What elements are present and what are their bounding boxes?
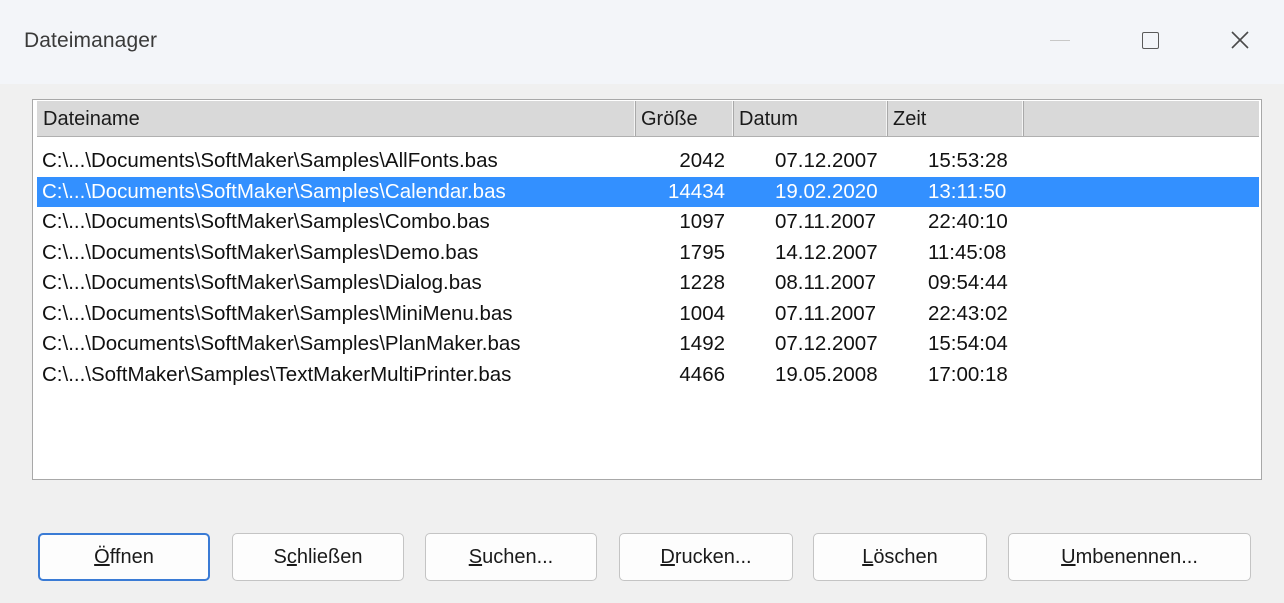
file-date: 08.11.2007	[775, 271, 877, 294]
file-name: C:\...\Documents\SoftMaker\Samples\Demo.…	[42, 240, 479, 264]
file-time: 09:54:44	[928, 271, 1008, 294]
close-window-button[interactable]	[1212, 16, 1268, 64]
maximize-icon	[1141, 31, 1159, 49]
maximize-button[interactable]	[1122, 16, 1178, 64]
file-size: 14434	[667, 179, 725, 203]
file-time: 22:43:02	[928, 301, 1008, 325]
window-title: Dateimanager	[24, 29, 158, 52]
file-size: 4466	[679, 362, 725, 386]
rename-button-mnemonic: U	[1061, 545, 1076, 568]
file-size: 1004	[679, 301, 725, 325]
close-button-label: hließen	[296, 545, 363, 568]
column-header-date[interactable]: Datum	[733, 101, 887, 136]
delete-button[interactable]: Löschen	[813, 533, 987, 581]
list-item[interactable]: C:\...\SoftMaker\Samples\TextMakerMultiP…	[37, 360, 1259, 391]
file-date: 07.11.2007	[775, 210, 877, 233]
file-time: 22:40:10	[928, 210, 1008, 233]
search-button[interactable]: Suchen...	[425, 533, 597, 581]
rename-button-label: mbenennen...	[1075, 545, 1198, 568]
column-header-size[interactable]: Größe	[635, 101, 733, 136]
search-button-mnemonic: S	[468, 545, 483, 568]
print-button[interactable]: Drucken...	[619, 533, 793, 581]
file-name: C:\...\Documents\SoftMaker\Samples\Combo…	[42, 210, 490, 233]
list-rows: C:\...\Documents\SoftMaker\Samples\AllFo…	[37, 146, 1259, 390]
open-button-mnemonic: Ö	[94, 545, 110, 568]
file-date: 07.11.2007	[775, 301, 877, 325]
delete-button-label: öschen	[873, 545, 938, 568]
file-name: C:\...\Documents\SoftMaker\Samples\PlanM…	[42, 332, 521, 355]
list-item[interactable]: C:\...\Documents\SoftMaker\Samples\MiniM…	[37, 299, 1259, 330]
file-name: C:\...\Documents\SoftMaker\Samples\Calen…	[42, 179, 506, 203]
print-button-label: rucken...	[674, 545, 752, 568]
file-size: 1097	[679, 210, 725, 233]
file-size: 1228	[679, 271, 725, 294]
rename-button[interactable]: Umbenennen...	[1008, 533, 1251, 581]
list-item[interactable]: C:\...\Documents\SoftMaker\Samples\Demo.…	[37, 238, 1259, 269]
file-time: 15:53:28	[928, 149, 1008, 172]
print-button-mnemonic: D	[660, 545, 675, 568]
file-name: C:\...\Documents\SoftMaker\Samples\Dialo…	[42, 271, 482, 294]
open-button-label: ffnen	[109, 545, 154, 568]
close-button-mnemonic: c	[286, 545, 297, 568]
column-header-time[interactable]: Zeit	[887, 101, 1023, 136]
list-item[interactable]: C:\...\Documents\SoftMaker\Samples\Dialo…	[37, 268, 1259, 299]
title-bar[interactable]: Dateimanager	[0, 0, 1284, 84]
delete-button-mnemonic: L	[862, 545, 874, 568]
file-size: 1795	[679, 240, 725, 264]
list-item[interactable]: C:\...\Documents\SoftMaker\Samples\AllFo…	[37, 146, 1259, 177]
file-name: C:\...\Documents\SoftMaker\Samples\AllFo…	[42, 149, 498, 172]
file-date: 19.05.2008	[775, 362, 878, 386]
column-header-filename[interactable]: Dateiname	[37, 101, 635, 136]
file-name: C:\...\Documents\SoftMaker\Samples\MiniM…	[42, 301, 513, 325]
file-time: 13:11:50	[928, 179, 1007, 203]
minimize-icon	[1050, 39, 1070, 41]
file-time: 15:54:04	[928, 332, 1008, 355]
file-time: 17:00:18	[928, 362, 1008, 386]
file-date: 07.12.2007	[775, 149, 878, 172]
file-date: 07.12.2007	[775, 332, 878, 355]
minimize-button	[1032, 16, 1088, 64]
list-header: Dateiname Größe Datum Zeit	[37, 101, 1259, 137]
file-size: 1492	[679, 332, 725, 355]
list-item-selected[interactable]: C:\...\Documents\SoftMaker\Samples\Calen…	[37, 176, 1259, 207]
file-manager-dialog: Dateimanager Dateiname Größe Datum Zeit …	[0, 0, 1284, 603]
file-name: C:\...\SoftMaker\Samples\TextMakerMultiP…	[42, 362, 512, 386]
close-button[interactable]: Sc hließen	[232, 533, 404, 581]
file-list[interactable]: Dateiname Größe Datum Zeit C:\...\Docume…	[32, 99, 1262, 480]
search-button-label: uchen...	[482, 545, 554, 568]
list-item[interactable]: C:\...\Documents\SoftMaker\Samples\PlanM…	[37, 329, 1259, 360]
close-icon	[1231, 31, 1249, 49]
list-item[interactable]: C:\...\Documents\SoftMaker\Samples\Combo…	[37, 207, 1259, 238]
file-time: 11:45:08	[928, 240, 1007, 264]
close-button-prefix: S	[273, 545, 287, 568]
file-date: 19.02.2020	[775, 179, 878, 203]
file-date: 14.12.2007	[775, 240, 878, 264]
file-size: 2042	[679, 149, 725, 172]
open-button[interactable]: Öffnen	[38, 533, 210, 581]
